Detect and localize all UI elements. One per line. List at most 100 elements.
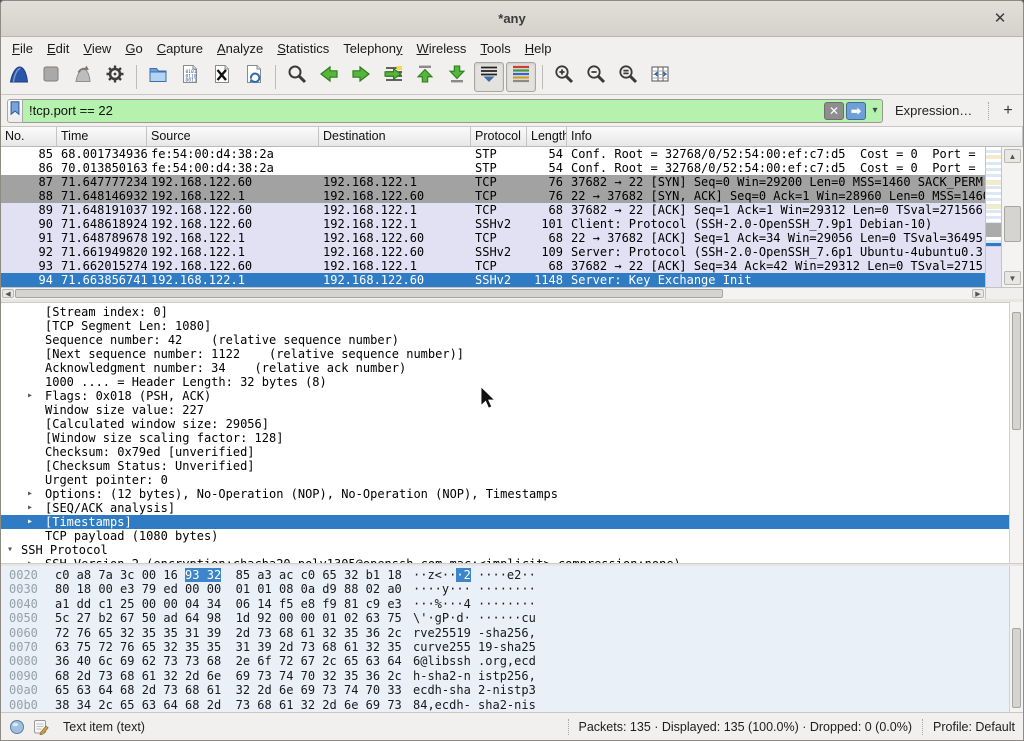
collapse-arrow-icon[interactable]: ▾ bbox=[7, 543, 13, 557]
hex-row-0080[interactable]: 008036 40 6c 69 62 73 73 68 2e 6f 72 67 … bbox=[1, 654, 1023, 668]
hex-row-0030[interactable]: 003080 18 00 e3 79 ed 00 00 01 01 08 0a … bbox=[1, 582, 1023, 596]
hex-ascii[interactable]: ····y··· ········ bbox=[413, 582, 536, 596]
detail-line[interactable]: Acknowledgment number: 34 (relative ack … bbox=[1, 361, 1023, 375]
details-scrollbar[interactable] bbox=[1009, 302, 1023, 563]
hex-bytes[interactable]: a1 dd c1 25 00 00 04 34 06 14 f5 e8 f9 8… bbox=[55, 597, 402, 611]
save-file-button[interactable]: 010101100011 bbox=[175, 62, 205, 92]
expand-arrow-icon[interactable]: ▸ bbox=[27, 501, 33, 515]
menu-wireless[interactable]: Wireless bbox=[410, 39, 474, 58]
filter-add-button[interactable]: + bbox=[995, 102, 1020, 120]
hex-bytes[interactable]: 36 40 6c 69 62 73 73 68 2e 6f 72 67 2c 6… bbox=[55, 654, 402, 668]
go-forward-button[interactable] bbox=[346, 62, 376, 92]
resize-columns-button[interactable] bbox=[645, 62, 675, 92]
detail-line[interactable]: ▸[SEQ/ACK analysis] bbox=[1, 501, 1023, 515]
packet-row-89[interactable]: 8971.648191037192.168.122.60192.168.122.… bbox=[1, 203, 985, 217]
hex-bytes[interactable]: 68 2d 73 68 61 32 2d 6e 69 73 74 70 32 3… bbox=[55, 669, 402, 683]
profile-label[interactable]: Profile: Default bbox=[933, 720, 1015, 734]
scroll-right-icon[interactable]: ▶ bbox=[972, 289, 984, 298]
packet-list-minimap[interactable] bbox=[985, 147, 1001, 287]
colorize-button[interactable] bbox=[506, 62, 536, 92]
filter-clear-button[interactable]: ✕ bbox=[824, 102, 844, 120]
hex-row-00b0[interactable]: 00b038 34 2c 65 63 64 68 2d 73 68 61 32 … bbox=[1, 698, 1023, 712]
packet-row-93[interactable]: 9371.662015274192.168.122.60192.168.122.… bbox=[1, 259, 985, 273]
menu-edit[interactable]: Edit bbox=[40, 39, 76, 58]
menu-capture[interactable]: Capture bbox=[150, 39, 210, 58]
hex-bytes[interactable]: 65 63 64 68 2d 73 68 61 32 2d 6e 69 73 7… bbox=[55, 683, 402, 697]
filter-history-dropdown[interactable]: ▾ bbox=[868, 102, 882, 120]
hex-bytes-highlight[interactable]: 93 32 bbox=[185, 568, 221, 582]
capture-options-button[interactable] bbox=[100, 62, 130, 92]
go-last-button[interactable] bbox=[442, 62, 472, 92]
start-capture-button[interactable] bbox=[4, 62, 34, 92]
expression-button[interactable]: Expression… bbox=[895, 103, 972, 118]
column-header-info[interactable]: Info bbox=[567, 127, 1023, 146]
column-header-source[interactable]: Source bbox=[147, 127, 319, 146]
restart-capture-button[interactable] bbox=[68, 62, 98, 92]
menu-statistics[interactable]: Statistics bbox=[270, 39, 336, 58]
column-header-time[interactable]: Time bbox=[57, 127, 147, 146]
expand-arrow-icon[interactable]: ▸ bbox=[27, 389, 33, 403]
bytes-scrollbar[interactable] bbox=[1009, 566, 1023, 714]
close-file-button[interactable] bbox=[207, 62, 237, 92]
column-header-no[interactable]: No. bbox=[1, 127, 57, 146]
detail-line[interactable]: 1000 .... = Header Length: 32 bytes (8) bbox=[1, 375, 1023, 389]
bytes-scroll-thumb[interactable] bbox=[1012, 628, 1021, 708]
detail-line[interactable]: [Next sequence number: 1122 (relative se… bbox=[1, 347, 1023, 361]
packet-list-hscrollbar[interactable]: ◀ ▶ bbox=[1, 287, 985, 299]
menu-go[interactable]: Go bbox=[118, 39, 149, 58]
detail-line[interactable]: [TCP Segment Len: 1080] bbox=[1, 319, 1023, 333]
packet-list-scroll-thumb[interactable] bbox=[1004, 206, 1021, 242]
hex-row-0050[interactable]: 00505c 27 b2 67 50 ad 64 98 1d 92 00 00 … bbox=[1, 611, 1023, 625]
go-first-button[interactable] bbox=[410, 62, 440, 92]
filter-apply-button[interactable]: ➡ bbox=[846, 102, 866, 120]
hex-ascii[interactable]: rve25519 -sha256, bbox=[413, 626, 536, 640]
hex-row-0090[interactable]: 009068 2d 73 68 61 32 2d 6e 69 73 74 70 … bbox=[1, 669, 1023, 683]
hex-bytes[interactable]: c0 a8 7a 3c 00 16 93 32 85 a3 ac c0 65 3… bbox=[55, 568, 402, 582]
column-header-destination[interactable]: Destination bbox=[319, 127, 471, 146]
menu-analyze[interactable]: Analyze bbox=[210, 39, 270, 58]
hex-ascii[interactable]: ··z<···2 ····e2·· bbox=[413, 568, 536, 582]
menu-view[interactable]: View bbox=[76, 39, 118, 58]
hex-ascii[interactable]: ecdh-sha 2-nistp3 bbox=[413, 683, 536, 697]
scroll-down-icon[interactable]: ▼ bbox=[1004, 271, 1021, 285]
detail-line[interactable]: [Window size scaling factor: 128] bbox=[1, 431, 1023, 445]
hex-ascii[interactable]: \'·gP·d· ······cu bbox=[413, 611, 536, 625]
detail-line[interactable]: ▸Options: (12 bytes), No-Operation (NOP)… bbox=[1, 487, 1023, 501]
detail-line[interactable]: ▸[Timestamps] bbox=[1, 515, 1023, 529]
detail-line[interactable]: ▸Flags: 0x018 (PSH, ACK) bbox=[1, 389, 1023, 403]
scroll-up-icon[interactable]: ▲ bbox=[1004, 149, 1021, 163]
menu-tools[interactable]: Tools bbox=[473, 39, 517, 58]
capture-comment-icon[interactable] bbox=[33, 719, 49, 735]
column-header-protocol[interactable]: Protocol bbox=[471, 127, 527, 146]
menu-file[interactable]: File bbox=[5, 39, 40, 58]
hex-row-0070[interactable]: 007063 75 72 76 65 32 35 35 31 39 2d 73 … bbox=[1, 640, 1023, 654]
column-header-length[interactable]: Length bbox=[527, 127, 567, 146]
packet-list-hscroll-thumb[interactable] bbox=[15, 289, 723, 298]
hex-row-0020[interactable]: 0020c0 a8 7a 3c 00 16 93 32 85 a3 ac c0 … bbox=[1, 568, 1023, 582]
detail-line[interactable]: [Stream index: 0] bbox=[1, 305, 1023, 319]
packet-row-90[interactable]: 9071.648618924192.168.122.60192.168.122.… bbox=[1, 217, 985, 231]
packet-row-85[interactable]: 8568.001734936fe:54:00:d4:38:2aSTP54Conf… bbox=[1, 147, 985, 161]
hex-ascii[interactable]: 6@libssh .org,ecd bbox=[413, 654, 536, 668]
expand-arrow-icon[interactable]: ▸ bbox=[27, 487, 33, 501]
auto-scroll-button[interactable] bbox=[474, 62, 504, 92]
zoom-original-button[interactable] bbox=[613, 62, 643, 92]
packet-row-86[interactable]: 8670.013850163fe:54:00:d4:38:2aSTP54Conf… bbox=[1, 161, 985, 175]
hex-bytes[interactable]: 38 34 2c 65 63 64 68 2d 73 68 61 32 2d 6… bbox=[55, 698, 402, 712]
zoom-in-button[interactable] bbox=[549, 62, 579, 92]
hex-row-0040[interactable]: 0040a1 dd c1 25 00 00 04 34 06 14 f5 e8 … bbox=[1, 597, 1023, 611]
zoom-out-button[interactable] bbox=[581, 62, 611, 92]
scroll-left-icon[interactable]: ◀ bbox=[2, 289, 14, 298]
hex-bytes[interactable]: 72 76 65 32 35 35 31 39 2d 73 68 61 32 3… bbox=[55, 626, 402, 640]
display-filter-input[interactable]: !tcp.port == 22 bbox=[23, 103, 824, 118]
stop-capture-button[interactable] bbox=[36, 62, 66, 92]
packet-row-88[interactable]: 8871.648146932192.168.122.1192.168.122.6… bbox=[1, 189, 985, 203]
detail-line[interactable]: [Checksum Status: Unverified] bbox=[1, 459, 1023, 473]
hex-row-00a0[interactable]: 00a065 63 64 68 2d 73 68 61 32 2d 6e 69 … bbox=[1, 683, 1023, 697]
hex-ascii[interactable]: curve255 19-sha25 bbox=[413, 640, 536, 654]
expand-arrow-icon[interactable]: ▸ bbox=[27, 515, 33, 529]
close-button[interactable]: ✕ bbox=[989, 8, 1011, 30]
packet-list-scrollbar[interactable]: ▲ ▼ bbox=[1001, 147, 1023, 287]
detail-line[interactable]: Urgent pointer: 0 bbox=[1, 473, 1023, 487]
detail-line[interactable]: Sequence number: 42 (relative sequence n… bbox=[1, 333, 1023, 347]
